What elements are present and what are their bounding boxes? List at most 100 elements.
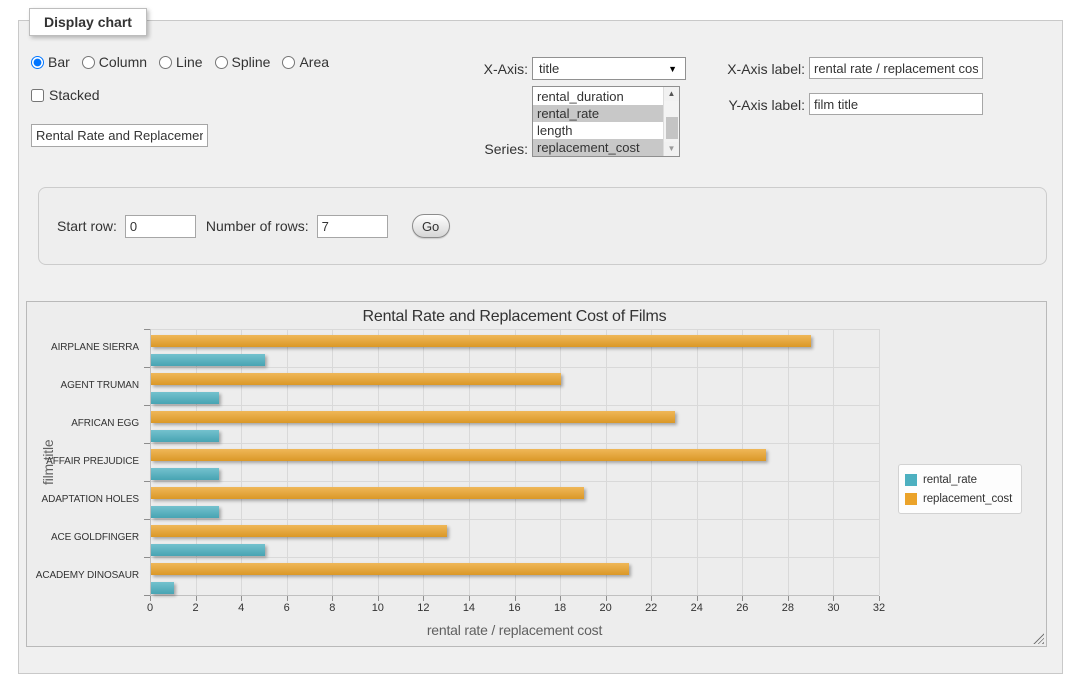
legend-label: rental_rate [923, 474, 977, 486]
gridline-vertical [560, 329, 561, 595]
gridline-vertical [469, 329, 470, 595]
bar-rental-rate-academy-dinosaur[interactable] [151, 582, 174, 594]
y-tick-mark [144, 443, 150, 444]
y-tick-mark [144, 405, 150, 406]
chart-type-label: Area [299, 54, 329, 70]
x-tick-mark [241, 596, 242, 601]
x-tick-mark [742, 596, 743, 601]
num-rows-input[interactable] [317, 215, 388, 238]
x-tick-mark [469, 596, 470, 601]
chart-type-option-line: Line [159, 54, 202, 70]
x-axis-title: rental rate / replacement cost [150, 622, 879, 638]
legend-item-rental-rate[interactable]: rental_rate [905, 470, 1012, 489]
chart-type-radio-area[interactable] [282, 56, 295, 69]
legend-item-replacement-cost[interactable]: replacement_cost [905, 489, 1012, 508]
gridline-vertical [606, 329, 607, 595]
chart-type-label: Column [99, 54, 147, 70]
x-tick-mark [833, 596, 834, 601]
category-label-academy-dinosaur: ACADEMY DINOSAUR [27, 570, 139, 581]
y-tick-mark [144, 595, 150, 596]
num-rows-label: Number of rows: [206, 218, 309, 234]
bar-replacement-cost-airplane-sierra[interactable] [151, 335, 811, 347]
stacked-label: Stacked [49, 87, 100, 103]
resize-handle[interactable] [1033, 633, 1044, 644]
chart-type-radio-spline[interactable] [215, 56, 228, 69]
scrollbar-thumb[interactable] [666, 117, 678, 139]
scroll-down-icon[interactable]: ▼ [664, 142, 679, 156]
gridline-horizontal [150, 481, 879, 482]
x-tick-mark [423, 596, 424, 601]
x-tick-label: 4 [224, 602, 258, 614]
x-tick-label: 24 [680, 602, 714, 614]
chart-title-input[interactable] [31, 124, 208, 147]
x-tick-mark [515, 596, 516, 601]
gridline-vertical [423, 329, 424, 595]
bar-rental-rate-ace-goldfinger[interactable] [151, 544, 265, 556]
category-label-ace-goldfinger: ACE GOLDFINGER [27, 532, 139, 543]
x-axis-select-label: X-Axis: [419, 61, 528, 77]
bar-rental-rate-adaptation-holes[interactable] [151, 506, 219, 518]
y-tick-mark [144, 367, 150, 368]
chart-type-radio-bar[interactable] [31, 56, 44, 69]
bar-replacement-cost-academy-dinosaur[interactable] [151, 563, 629, 575]
category-label-agent-truman: AGENT TRUMAN [27, 380, 139, 391]
gridline-horizontal [150, 367, 879, 368]
bar-replacement-cost-ace-goldfinger[interactable] [151, 525, 447, 537]
page: Display chart BarColumnLineSplineArea St… [0, 0, 1081, 681]
gridline-vertical [332, 329, 333, 595]
chart-type-radio-line[interactable] [159, 56, 172, 69]
bar-replacement-cost-affair-prejudice[interactable] [151, 449, 766, 461]
gridline-vertical [788, 329, 789, 595]
y-axis-label-input[interactable] [809, 93, 983, 115]
bar-rental-rate-affair-prejudice[interactable] [151, 468, 219, 480]
gridline-horizontal [150, 443, 879, 444]
series-option-replacement-cost[interactable]: replacement_cost [533, 139, 663, 156]
x-tick-label: 2 [179, 602, 213, 614]
x-tick-mark [697, 596, 698, 601]
x-tick-label: 16 [498, 602, 532, 614]
gridline-horizontal [150, 405, 879, 406]
x-tick-label: 26 [725, 602, 759, 614]
legend-swatch-icon [905, 474, 917, 486]
row-range-panel: Start row: Number of rows: Go [38, 187, 1047, 265]
x-tick-label: 8 [315, 602, 349, 614]
x-tick-mark [879, 596, 880, 601]
chart-legend: rental_rate replacement_cost [898, 464, 1022, 514]
bar-replacement-cost-african-egg[interactable] [151, 411, 675, 423]
gridline-vertical [287, 329, 288, 595]
chart-title: Rental Rate and Replacement Cost of Film… [150, 308, 879, 326]
stacked-checkbox[interactable] [31, 89, 44, 102]
start-row-input[interactable] [125, 215, 196, 238]
x-tick-mark [651, 596, 652, 601]
chart-type-option-spline: Spline [215, 54, 271, 70]
y-tick-mark [144, 481, 150, 482]
gridline-vertical [697, 329, 698, 595]
x-tick-label: 12 [406, 602, 440, 614]
chart-type-radio-column[interactable] [82, 56, 95, 69]
bar-rental-rate-agent-truman[interactable] [151, 392, 219, 404]
x-tick-mark [332, 596, 333, 601]
x-tick-mark [287, 596, 288, 601]
y-tick-mark [144, 519, 150, 520]
x-axis-label-input[interactable] [809, 57, 983, 79]
bar-replacement-cost-adaptation-holes[interactable] [151, 487, 584, 499]
chart-type-label: Line [176, 54, 202, 70]
y-axis-label-label: Y-Axis label: [639, 97, 805, 113]
bar-rental-rate-african-egg[interactable] [151, 430, 219, 442]
go-button[interactable]: Go [412, 214, 450, 238]
series-option-length[interactable]: length [533, 122, 663, 139]
start-row-label: Start row: [57, 218, 117, 234]
gridline-horizontal [150, 329, 879, 330]
bar-rental-rate-airplane-sierra[interactable] [151, 354, 265, 366]
y-tick-mark [144, 557, 150, 558]
panel-title: Display chart [29, 8, 147, 36]
x-axis-label-label: X-Axis label: [639, 61, 805, 77]
x-tick-mark [378, 596, 379, 601]
chart-type-option-area: Area [282, 54, 329, 70]
bar-replacement-cost-agent-truman[interactable] [151, 373, 561, 385]
gridline-horizontal [150, 519, 879, 520]
gridline-vertical [378, 329, 379, 595]
x-tick-label: 0 [133, 602, 167, 614]
x-tick-label: 28 [771, 602, 805, 614]
chart-type-options: BarColumnLineSplineArea [31, 54, 337, 70]
